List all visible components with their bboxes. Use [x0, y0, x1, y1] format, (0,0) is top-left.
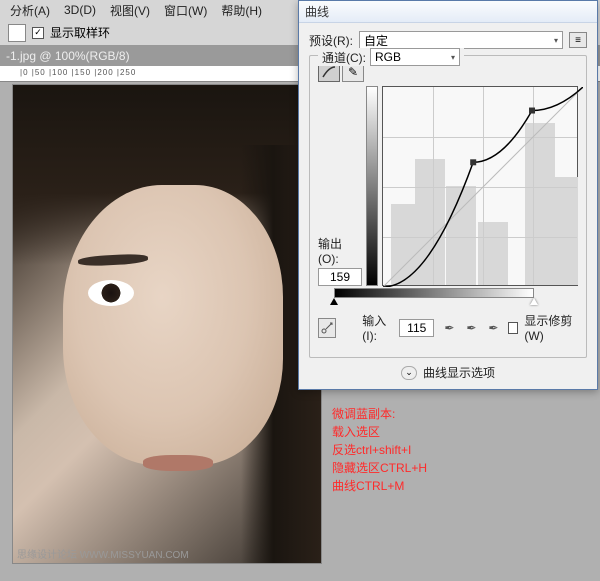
input-label: 输入(I): — [362, 312, 393, 343]
menu-analyze[interactable]: 分析(A) — [4, 2, 56, 19]
preset-value: 自定 — [364, 32, 388, 49]
dialog-title: 曲线 — [305, 3, 329, 20]
anno-line: 载入选区 — [332, 423, 427, 441]
output-field[interactable]: 159 — [318, 268, 362, 286]
anno-line: 隐藏选区CTRL+H — [332, 459, 427, 477]
anno-line: 微调蓝副本: — [332, 405, 427, 423]
canvas[interactable]: 思缘设计论坛 WWW.MISSYUAN.COM — [12, 84, 322, 564]
photo: 思缘设计论坛 WWW.MISSYUAN.COM — [13, 85, 321, 563]
black-point-handle[interactable] — [330, 298, 338, 305]
show-ring-label: 显示取样环 — [50, 24, 110, 41]
document-tab[interactable]: -1.jpg @ 100%(RGB/8) — [6, 49, 130, 63]
black-eyedropper[interactable]: ✒ — [440, 319, 458, 337]
chevron-down-icon: ▾ — [451, 53, 455, 62]
show-clipping-checkbox[interactable] — [508, 322, 518, 334]
white-eyedropper[interactable]: ✒ — [484, 319, 502, 337]
show-clipping-label: 显示修剪(W) — [524, 312, 578, 343]
target-adjust-tool[interactable] — [318, 318, 336, 338]
input-slider[interactable] — [334, 298, 534, 306]
curves-dialog: 曲线 预设(R): 自定 ▾ ≡ 通道(C): RGB▾ ✎ 输出(O): 159 — [298, 0, 598, 390]
menu-3d[interactable]: 3D(D) — [58, 3, 102, 17]
annotation-text: 微调蓝副本: 载入选区 反选ctrl+shift+I 隐藏选区CTRL+H 曲线… — [332, 405, 427, 495]
preset-label: 预设(R): — [309, 32, 353, 49]
disclosure-label: 曲线显示选项 — [423, 364, 495, 381]
channel-group: 通道(C): RGB▾ ✎ 输出(O): 159 — [309, 55, 587, 358]
input-field[interactable]: 115 — [399, 319, 434, 337]
output-label: 输出(O): — [318, 235, 362, 266]
watermark: 思缘设计论坛 WWW.MISSYUAN.COM — [17, 546, 189, 561]
output-gradient — [366, 86, 378, 286]
menu-view[interactable]: 视图(V) — [104, 2, 156, 19]
sample-swatch[interactable] — [8, 24, 26, 42]
white-point-handle[interactable] — [530, 298, 538, 305]
gray-eyedropper[interactable]: ✒ — [462, 319, 480, 337]
curve-graph[interactable] — [382, 86, 578, 286]
preset-combo[interactable]: 自定 ▾ — [359, 31, 563, 49]
preset-menu-button[interactable]: ≡ — [569, 32, 587, 48]
anno-line: 曲线CTRL+M — [332, 477, 427, 495]
input-gradient — [334, 288, 534, 298]
channel-label: 通道(C): — [322, 49, 366, 66]
channel-combo[interactable]: RGB ▾ — [370, 48, 460, 66]
dialog-titlebar[interactable]: 曲线 — [299, 1, 597, 23]
channel-value: RGB — [375, 50, 401, 64]
disclosure-toggle[interactable]: ⌄ — [401, 366, 417, 380]
chevron-down-icon: ▾ — [554, 36, 558, 45]
show-ring-checkbox[interactable]: ✓ — [32, 27, 44, 39]
menu-help[interactable]: 帮助(H) — [215, 2, 268, 19]
anno-line: 反选ctrl+shift+I — [332, 441, 427, 459]
menu-window[interactable]: 窗口(W) — [158, 2, 213, 19]
